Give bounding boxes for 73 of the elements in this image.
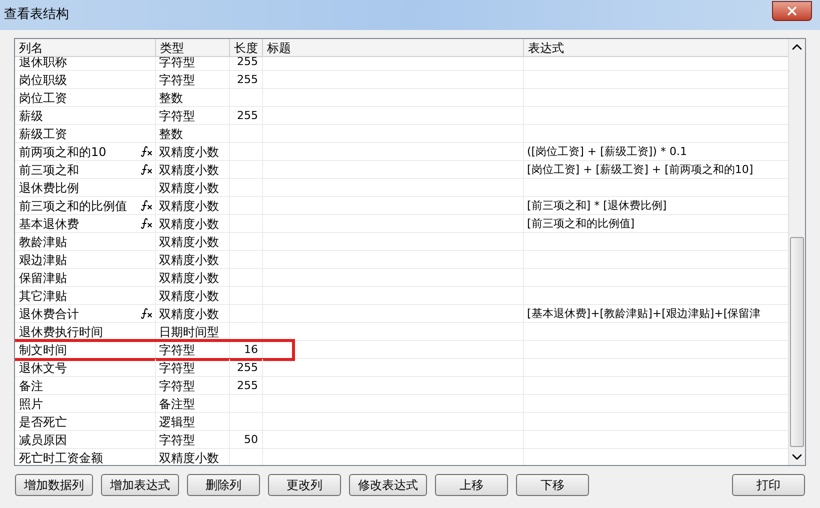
- table-cell: 减员原因: [19, 434, 67, 446]
- column-header[interactable]: 列名: [15, 39, 156, 56]
- table-cell: 基本退休费: [19, 218, 79, 230]
- table-cell: 双精度小数: [159, 164, 219, 176]
- table-cell: 照片: [19, 398, 43, 410]
- table-cell: [基本退休费]+[教龄津贴]+[艰边津贴]+[保留津: [527, 308, 761, 319]
- table-cell: 双精度小数: [159, 200, 219, 212]
- table-cell: 255: [237, 56, 258, 67]
- scrollbar[interactable]: [788, 39, 805, 465]
- column-header[interactable]: 长度: [230, 39, 263, 56]
- table-cell: 255: [237, 110, 258, 121]
- table-cell: 日期时间型: [159, 326, 219, 338]
- window-title: 查看表结构: [4, 6, 69, 24]
- table-cell: 岗位工资: [19, 92, 67, 104]
- table-cell: 字符型: [159, 74, 195, 86]
- close-button[interactable]: [772, 1, 812, 21]
- column-header[interactable]: 标题: [263, 39, 524, 56]
- table-cell: 字符型: [159, 110, 195, 122]
- toolbar-button[interactable]: 上移: [435, 474, 508, 496]
- table-cell: 字符型: [159, 434, 195, 446]
- column-header[interactable]: 类型: [156, 39, 230, 56]
- table-cell: 双精度小数: [159, 146, 219, 158]
- table-cell: 退休费执行时间: [19, 326, 103, 338]
- table-cell: 是否死亡: [19, 416, 67, 428]
- table-cell: 薪级: [19, 110, 43, 122]
- table-cell: 字符型: [159, 362, 195, 374]
- table-cell: 岗位职级: [19, 74, 67, 86]
- scrollbar-thumb[interactable]: [790, 237, 804, 447]
- close-icon: [785, 4, 799, 18]
- table-cell: 16: [244, 344, 258, 355]
- table-cell: ([岗位工资] + [薪级工资]) * 0.1: [527, 146, 687, 157]
- table-cell: 255: [237, 362, 258, 373]
- table-cell: 双精度小数: [159, 182, 219, 194]
- table-cell: 双精度小数: [159, 236, 219, 248]
- table-cell: 255: [237, 74, 258, 85]
- table-cell: 备注型: [159, 398, 195, 410]
- toolbar-button[interactable]: 增加数据列: [15, 474, 93, 496]
- table-cell: 退休费比例: [19, 182, 79, 194]
- toolbar-button[interactable]: 增加表达式: [101, 474, 179, 496]
- print-button[interactable]: 打印: [732, 474, 805, 496]
- toolbar-button[interactable]: 删除列: [187, 474, 260, 496]
- toolbar-button[interactable]: 更改列: [268, 474, 341, 496]
- table-cell: 前三项之和: [19, 164, 79, 176]
- table-cell: 退休费合计: [19, 308, 79, 320]
- table-cell: 艰边津贴: [19, 254, 67, 266]
- table-cell: 逻辑型: [159, 416, 195, 428]
- toolbar-button[interactable]: 下移: [516, 474, 589, 496]
- table-cell: 双精度小数: [159, 308, 219, 320]
- table-cell: 双精度小数: [159, 452, 219, 464]
- table-cell: 退休文号: [19, 362, 67, 374]
- table-cell: [岗位工资] + [薪级工资] + [前两项之和的10]: [527, 164, 754, 175]
- table-cell: 双精度小数: [159, 272, 219, 284]
- table-cell: 教龄津贴: [19, 236, 67, 248]
- table-cell: 薪级工资: [19, 128, 67, 140]
- table-cell: 字符型: [159, 380, 195, 392]
- toolbar-button[interactable]: 修改表达式: [349, 474, 427, 496]
- table-cell: 50: [244, 434, 258, 445]
- table-cell: 制文时间: [19, 344, 67, 356]
- table-cell: 双精度小数: [159, 290, 219, 302]
- table-cell: 整数: [159, 128, 183, 140]
- table-cell: 其它津贴: [19, 290, 67, 302]
- table-cell: 字符型: [159, 344, 195, 356]
- table-cell: 死亡时工资金额: [19, 452, 103, 464]
- table-cell: 双精度小数: [159, 254, 219, 266]
- table-cell: 保留津贴: [19, 272, 67, 284]
- table-cell: 双精度小数: [159, 218, 219, 230]
- table-cell: [前三项之和] * [退休费比例]: [527, 200, 667, 211]
- table-cell: 前两项之和的10: [19, 146, 106, 158]
- table-cell: 255: [237, 380, 258, 391]
- table-cell: 前三项之和的比例值: [19, 200, 127, 212]
- table-cell: [前三项之和的比例值]: [527, 218, 635, 229]
- table-cell: 备注: [19, 380, 43, 392]
- table-cell: 整数: [159, 92, 183, 104]
